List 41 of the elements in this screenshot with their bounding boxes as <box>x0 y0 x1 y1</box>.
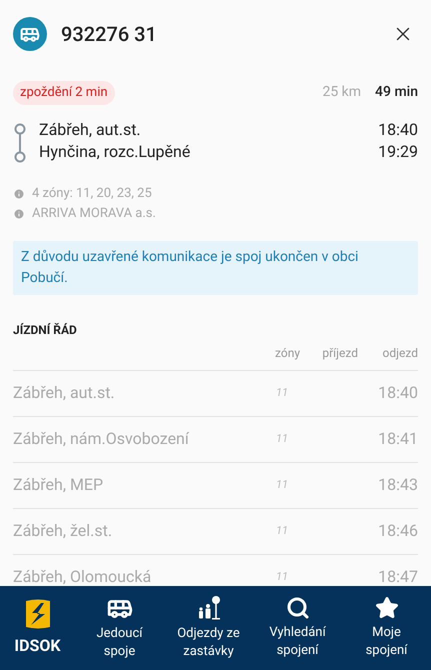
zone-number: 11 <box>275 430 289 447</box>
nav-item[interactable]: Odjezdy ze zastávky <box>164 586 253 670</box>
stop-name: Zábřeh, Olomoucká <box>13 566 152 586</box>
info-text: 4 zóny: 11, 20, 23, 25 <box>32 184 152 202</box>
info-icon <box>13 188 25 200</box>
stop-name: Zábřeh, aut.st. <box>13 382 115 404</box>
notice-banner: Z důvodu uzavřené komunikace je spoj ukončen v obci Pobučí. <box>13 240 418 294</box>
route-stop: Hynčina, rozc.Lupěné <box>39 140 190 162</box>
trip-title: 932276 31 <box>61 21 157 48</box>
route-time: 18:40 <box>378 118 418 140</box>
departure-time: 18:41 <box>377 428 418 450</box>
section-heading: JÍZDNÍ ŘÁD <box>13 322 78 338</box>
departure-time: 18:47 <box>377 566 418 586</box>
delay-badge: zpoždění 2 min <box>13 81 115 104</box>
nav-item[interactable]: Jedoucí spoje <box>75 586 164 670</box>
route-line-icon <box>13 122 27 162</box>
search-icon <box>286 596 310 620</box>
nav-item[interactable]: Vyhledání spojení <box>253 586 342 670</box>
stop-name: Zábřeh, žel.st. <box>13 520 112 542</box>
route-stop: Zábřeh, aut.st. <box>39 118 141 140</box>
zone-number: 11 <box>275 476 289 493</box>
departure-time: 18:43 <box>377 474 418 496</box>
stop-name: Zábřeh, MEP <box>13 474 104 496</box>
column-header: příjezd <box>321 344 358 362</box>
zone-number: 11 <box>275 522 289 539</box>
info-text: ARRIVA MORAVA a.s. <box>32 204 156 222</box>
duration-text: 49 min <box>375 83 418 102</box>
departure-time: 18:46 <box>377 520 418 542</box>
departure-time: 18:40 <box>377 382 418 404</box>
info-icon <box>13 208 25 220</box>
nav-item[interactable]: Moje spojení <box>342 586 431 670</box>
bus-badge-icon <box>13 17 47 51</box>
distance-text: 25 km <box>322 83 362 102</box>
stop-name: Zábřeh, nám.Osvobození <box>13 428 189 450</box>
zone-number: 11 <box>275 568 289 585</box>
star-icon <box>374 596 398 620</box>
logo-text: IDSOK <box>14 635 61 657</box>
column-header: odjezd <box>382 344 418 362</box>
route-time: 19:29 <box>378 140 418 162</box>
column-header: zóny <box>274 344 300 362</box>
zone-number: 11 <box>275 384 289 401</box>
